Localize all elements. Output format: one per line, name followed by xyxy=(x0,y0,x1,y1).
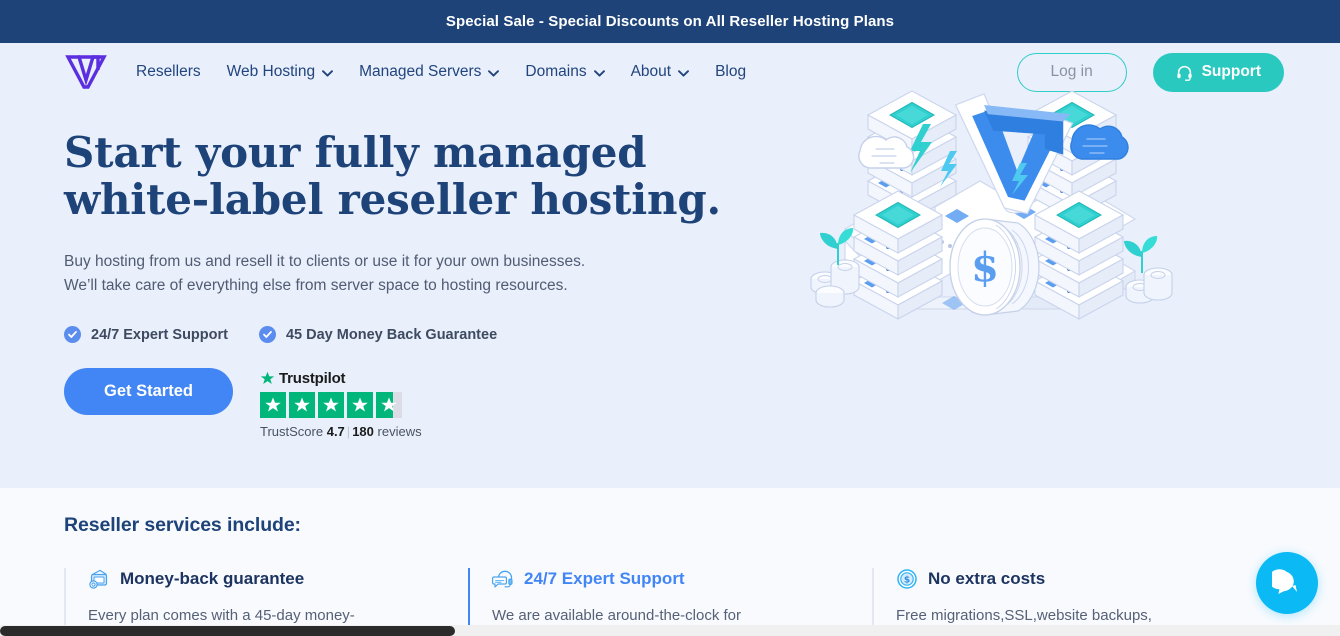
main-nav: Resellers Web Hosting Managed Servers Do… xyxy=(136,57,759,87)
trustpilot-star xyxy=(347,392,373,418)
trustscore-label: TrustScore xyxy=(260,424,324,439)
nav-label: About xyxy=(630,63,672,80)
trustpilot-brand: Trustpilot xyxy=(260,370,422,387)
svg-text:$: $ xyxy=(971,244,999,291)
nav-item-web-hosting[interactable]: Web Hosting xyxy=(214,57,346,87)
svg-text:$: $ xyxy=(904,576,910,586)
headset-icon xyxy=(492,568,514,590)
service-card-header: $ No extra costs xyxy=(896,568,1276,590)
service-card-no-extra-costs[interactable]: $ No extra costs Free migrations,SSL,web… xyxy=(872,568,1276,628)
hero-feature-item: 45 Day Money Back Guarantee xyxy=(258,326,498,343)
services-card-list: Money-back guarantee Every plan comes wi… xyxy=(64,568,1276,628)
hero-title-line-2: white-label reseller hosting. xyxy=(64,175,721,224)
page-title: Start your fully managed white-label res… xyxy=(64,129,764,223)
trustpilot-brand-label: Trustpilot xyxy=(279,370,346,387)
trustscore-value: 4.7 xyxy=(326,424,345,439)
nav-label: Managed Servers xyxy=(359,63,482,80)
nav-label: Blog xyxy=(715,63,747,80)
services-heading: Reseller services include: xyxy=(64,514,301,536)
reviews-count: 180 xyxy=(352,424,374,439)
services-section: Reseller services include: Money-back gu… xyxy=(0,488,1340,636)
nav-item-managed-servers[interactable]: Managed Servers xyxy=(346,57,512,87)
nav-label: Web Hosting xyxy=(226,63,316,80)
page-root: Special Sale - Special Discounts on All … xyxy=(0,0,1340,636)
chevron-down-icon xyxy=(322,69,334,77)
announcement-bar: Special Sale - Special Discounts on All … xyxy=(0,0,1340,43)
trustpilot-score: TrustScore 4.7 | 180 reviews xyxy=(260,424,422,439)
trustpilot-star-icon xyxy=(260,371,275,386)
hero-subtitle: Buy hosting from us and resell it to cli… xyxy=(64,250,764,298)
chat-widget-button[interactable] xyxy=(1256,552,1318,614)
trustpilot-star xyxy=(318,392,344,418)
nav-label: Resellers xyxy=(136,63,201,80)
hero-feature-item: 24/7 Expert Support xyxy=(64,326,228,343)
nav-item-blog[interactable]: Blog xyxy=(702,57,759,87)
nav-label: Domains xyxy=(525,63,587,80)
nav-item-domains[interactable]: Domains xyxy=(512,57,617,87)
service-card-title: Money-back guarantee xyxy=(120,569,305,588)
reviews-label: reviews xyxy=(377,424,422,439)
hero-feature-label: 24/7 Expert Support xyxy=(91,326,228,343)
hero-subtitle-line-1: Buy hosting from us and resell it to cli… xyxy=(64,253,586,270)
chevron-down-icon xyxy=(488,69,500,77)
service-card-expert-support[interactable]: 24/7 Expert Support We are available aro… xyxy=(468,568,872,628)
chevron-down-icon xyxy=(678,69,690,77)
support-button-label: Support xyxy=(1201,63,1261,80)
hero-section: Resellers Web Hosting Managed Servers Do… xyxy=(0,43,1340,488)
check-circle-icon xyxy=(258,326,276,343)
horizontal-scrollbar[interactable] xyxy=(0,625,1340,636)
hero-subtitle-line-2: We’ll take care of everything else from … xyxy=(64,277,568,294)
announcement-text: Special Sale - Special Discounts on All … xyxy=(445,13,895,30)
trustpilot-star-partial xyxy=(376,392,402,418)
service-card-title: No extra costs xyxy=(928,569,1046,588)
scrollbar-thumb[interactable] xyxy=(0,626,455,636)
hero-illustration: $ xyxy=(790,79,1190,379)
hero-feature-list: 24/7 Expert Support 45 Day Money Back Gu… xyxy=(64,326,764,343)
service-card-money-back[interactable]: Money-back guarantee Every plan comes wi… xyxy=(64,568,468,628)
check-circle-icon xyxy=(64,326,81,343)
trustpilot-star xyxy=(289,392,315,418)
money-back-icon xyxy=(88,568,110,590)
trustpilot-stars xyxy=(260,392,422,418)
dollar-coin-icon: $ xyxy=(896,568,918,590)
hero-title-line-1: Start your fully managed xyxy=(64,128,647,177)
hero-cta-row: Get Started Trustpilot TrustScore 4.7 | … xyxy=(64,368,764,439)
get-started-button[interactable]: Get Started xyxy=(64,368,233,415)
trustpilot-star xyxy=(260,392,286,418)
nav-item-about[interactable]: About xyxy=(618,57,703,87)
service-card-title: 24/7 Expert Support xyxy=(524,569,685,588)
brand-logo-icon[interactable] xyxy=(64,54,108,90)
hero-content: Start your fully managed white-label res… xyxy=(0,90,1340,439)
hero-feature-label: 45 Day Money Back Guarantee xyxy=(285,326,498,343)
chevron-down-icon xyxy=(593,69,605,77)
trustpilot-widget[interactable]: Trustpilot TrustScore 4.7 | 180 reviews xyxy=(260,368,422,439)
hero-text-column: Start your fully managed white-label res… xyxy=(64,101,764,439)
service-card-header: Money-back guarantee xyxy=(88,568,468,590)
headset-icon xyxy=(1176,64,1193,81)
nav-item-resellers[interactable]: Resellers xyxy=(136,57,214,87)
service-card-header: 24/7 Expert Support xyxy=(492,568,872,590)
